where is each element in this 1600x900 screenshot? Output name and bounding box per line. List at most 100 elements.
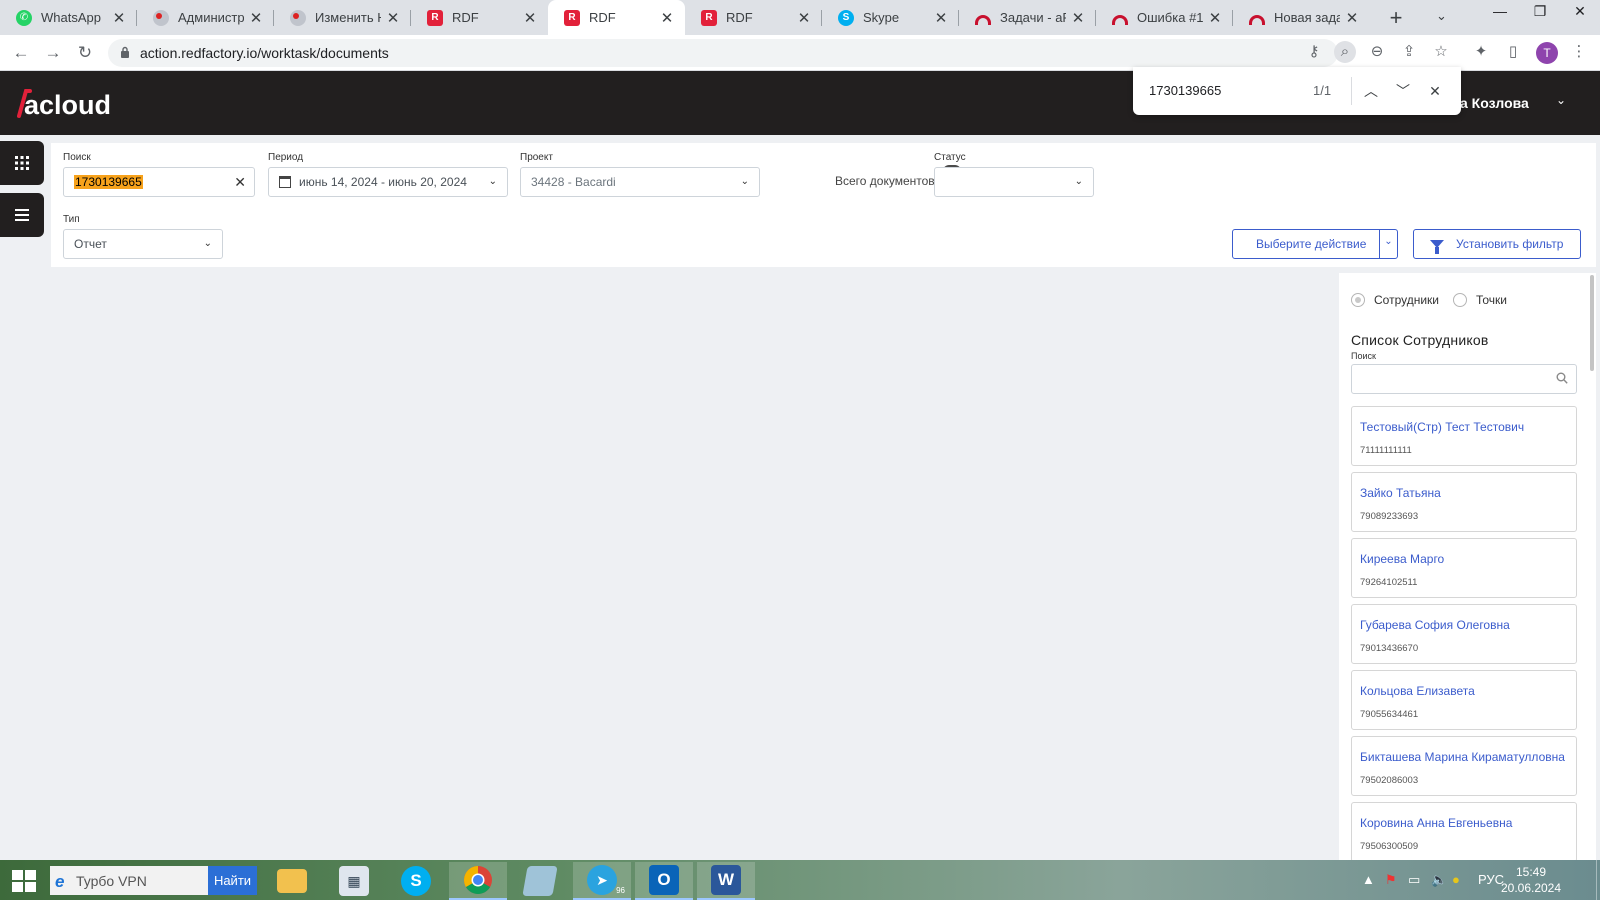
employee-phone: 79264102511 xyxy=(1360,577,1418,588)
close-icon[interactable]: ✕ xyxy=(1070,9,1086,27)
period-select[interactable]: июнь 14, 2024 - июнь 20, 2024 ⌄ xyxy=(268,167,508,197)
employee-card[interactable]: Киреева Марго 79264102511 xyxy=(1351,538,1577,598)
bookmark-star-icon[interactable]: ☆ xyxy=(1430,41,1452,63)
key-icon[interactable]: ⚷ xyxy=(1303,41,1325,63)
tab-search-chevron-icon[interactable]: ⌄ xyxy=(1436,8,1447,24)
tab-whatsapp[interactable]: ✆ WhatsApp ✕ xyxy=(0,0,137,35)
employee-card[interactable]: Бикташева Марина Кираматулловна 79502086… xyxy=(1351,736,1577,796)
taskbar-chrome[interactable] xyxy=(449,862,507,900)
action-select[interactable]: Выберите действие ⌄ xyxy=(1232,229,1398,259)
tab-skype[interactable]: S Skype ✕ xyxy=(822,0,959,35)
employee-card[interactable]: Кольцова Елизавета 79055634461 xyxy=(1351,670,1577,730)
radio-points[interactable]: Точки xyxy=(1453,293,1507,307)
close-icon[interactable]: ✕ xyxy=(933,9,949,27)
employees-scrollbar[interactable] xyxy=(1590,275,1594,371)
close-icon[interactable]: ✕ xyxy=(522,9,538,27)
close-icon[interactable]: ✕ xyxy=(111,9,127,27)
zoom-icon[interactable]: ⊖ xyxy=(1366,41,1388,63)
search-icon xyxy=(1556,372,1568,384)
period-value: июнь 14, 2024 - июнь 20, 2024 xyxy=(299,175,467,189)
tab-rdf-1[interactable]: R RDF ✕ xyxy=(411,0,548,35)
status-select[interactable]: ⌄ xyxy=(934,167,1094,197)
search-input[interactable]: 1730139665 ✕ xyxy=(63,167,255,197)
taskbar-search-button[interactable]: Найти xyxy=(208,866,257,895)
employee-card[interactable]: Коровина Анна Евгеньевна 79506300509 xyxy=(1351,802,1577,860)
tab-title: Skype xyxy=(863,10,900,25)
tray-network-error-icon[interactable]: ⚑ xyxy=(1385,872,1397,888)
close-icon[interactable]: ✕ xyxy=(659,9,675,27)
close-icon[interactable]: ✕ xyxy=(1344,9,1360,27)
radio-employees-dot[interactable] xyxy=(1351,293,1365,307)
address-bar[interactable]: action.redfactory.io/worktask/documents xyxy=(108,39,1338,67)
tab-rdf-active[interactable]: R RDF ✕ xyxy=(548,0,685,35)
type-select[interactable]: Отчет ⌄ xyxy=(63,229,223,259)
close-icon[interactable]: ✕ xyxy=(796,9,812,27)
apps-grid-button[interactable] xyxy=(0,141,44,185)
employees-search-input[interactable] xyxy=(1351,364,1577,394)
project-label: Проект xyxy=(520,152,553,163)
taskbar-word[interactable]: W xyxy=(697,862,755,900)
chevron-down-icon[interactable]: ⌄ xyxy=(1556,93,1566,107)
tab-new-task[interactable]: Новая задача ✕ xyxy=(1233,0,1370,35)
radio-points-dot[interactable] xyxy=(1453,293,1467,307)
taskbar-notepad[interactable] xyxy=(511,862,569,900)
taskbar-skype[interactable]: S xyxy=(387,862,445,900)
taskbar-explorer[interactable] xyxy=(263,862,321,900)
side-panel-icon[interactable]: ▯ xyxy=(1502,41,1524,63)
find-close-icon[interactable]: ✕ xyxy=(1424,80,1446,102)
forward-arrow-icon[interactable]: → xyxy=(42,42,64,64)
find-in-page-icon[interactable]: ⌕ xyxy=(1334,41,1356,63)
clear-search-icon[interactable]: ✕ xyxy=(234,174,246,191)
taskbar-telegram[interactable]: ➤ 96 xyxy=(573,862,631,900)
close-icon[interactable]: ✕ xyxy=(248,9,264,27)
employee-card[interactable]: Тестовый(Стр) Тест Тестович 71111111111 xyxy=(1351,406,1577,466)
tray-vpn-icon[interactable]: ● xyxy=(1452,872,1460,887)
menu-button[interactable] xyxy=(0,193,44,237)
tray-overflow-icon[interactable]: ▲ xyxy=(1362,872,1375,887)
close-icon[interactable]: ✕ xyxy=(385,9,401,27)
restore-icon[interactable]: ❐ xyxy=(1520,0,1560,30)
close-icon[interactable]: ✕ xyxy=(1207,9,1223,27)
extensions-icon[interactable]: ✦ xyxy=(1470,41,1492,63)
find-previous-chevron-up-icon[interactable]: ︿ xyxy=(1360,80,1382,102)
employee-name[interactable]: Коровина Анна Евгеньевна xyxy=(1360,815,1570,831)
acloud-logo[interactable]: acloud xyxy=(16,85,128,121)
employee-name[interactable]: Бикташева Марина Кираматулловна xyxy=(1360,749,1570,765)
taskbar-outlook[interactable]: O xyxy=(635,862,693,900)
radio-employees[interactable]: Сотрудники xyxy=(1351,293,1439,307)
windows-start-icon[interactable] xyxy=(12,870,36,892)
tab-edit[interactable]: Изменить На ✕ xyxy=(274,0,411,35)
tray-display-icon[interactable]: ▭ xyxy=(1408,872,1420,888)
employee-card[interactable]: Зайко Татьяна 79089233693 xyxy=(1351,472,1577,532)
tray-volume-icon[interactable]: 🔈 xyxy=(1431,872,1447,888)
taskbar-clock[interactable]: 15:49 20.06.2024 xyxy=(1500,864,1562,896)
user-name[interactable]: а Козлова xyxy=(1460,95,1529,111)
employee-name[interactable]: Зайко Татьяна xyxy=(1360,485,1570,501)
new-tab-plus-icon[interactable]: + xyxy=(1382,5,1410,31)
kebab-menu-icon[interactable]: ⋮ xyxy=(1568,41,1590,63)
reload-icon[interactable]: ↻ xyxy=(74,42,96,64)
employee-name[interactable]: Губарева София Олеговна xyxy=(1360,617,1570,633)
find-next-chevron-down-icon[interactable]: ﹀ xyxy=(1392,80,1414,102)
tab-tasks[interactable]: Задачи - aRe ✕ xyxy=(959,0,1096,35)
tab-admin[interactable]: Администрир ✕ xyxy=(137,0,274,35)
employee-name[interactable]: Киреева Марго xyxy=(1360,551,1570,567)
employee-card[interactable]: Губарева София Олеговна 79013436670 xyxy=(1351,604,1577,664)
project-select[interactable]: 34428 - Bacardi ⌄ xyxy=(520,167,760,197)
tasks-icon xyxy=(1112,14,1128,25)
minimize-icon[interactable]: — xyxy=(1480,0,1520,30)
back-arrow-icon[interactable]: ← xyxy=(10,42,32,64)
share-icon[interactable]: ⇪ xyxy=(1398,41,1420,63)
tab-rdf-3[interactable]: R RDF ✕ xyxy=(685,0,822,35)
tab-error[interactable]: Ошибка #150 ✕ xyxy=(1096,0,1233,35)
window-close-icon[interactable]: ✕ xyxy=(1560,0,1600,30)
tasks-icon xyxy=(975,14,991,25)
apply-filter-button[interactable]: Установить фильтр xyxy=(1413,229,1581,259)
profile-avatar[interactable]: T xyxy=(1536,42,1558,64)
employee-name[interactable]: Кольцова Елизавета xyxy=(1360,683,1570,699)
taskbar-calculator[interactable]: ▦ xyxy=(325,862,383,900)
taskbar-search-input[interactable]: e Турбо VPN xyxy=(50,866,208,895)
find-input[interactable]: 1730139665 xyxy=(1149,83,1221,98)
employee-name[interactable]: Тестовый(Стр) Тест Тестович xyxy=(1360,419,1570,435)
show-desktop-button[interactable] xyxy=(1596,860,1600,900)
